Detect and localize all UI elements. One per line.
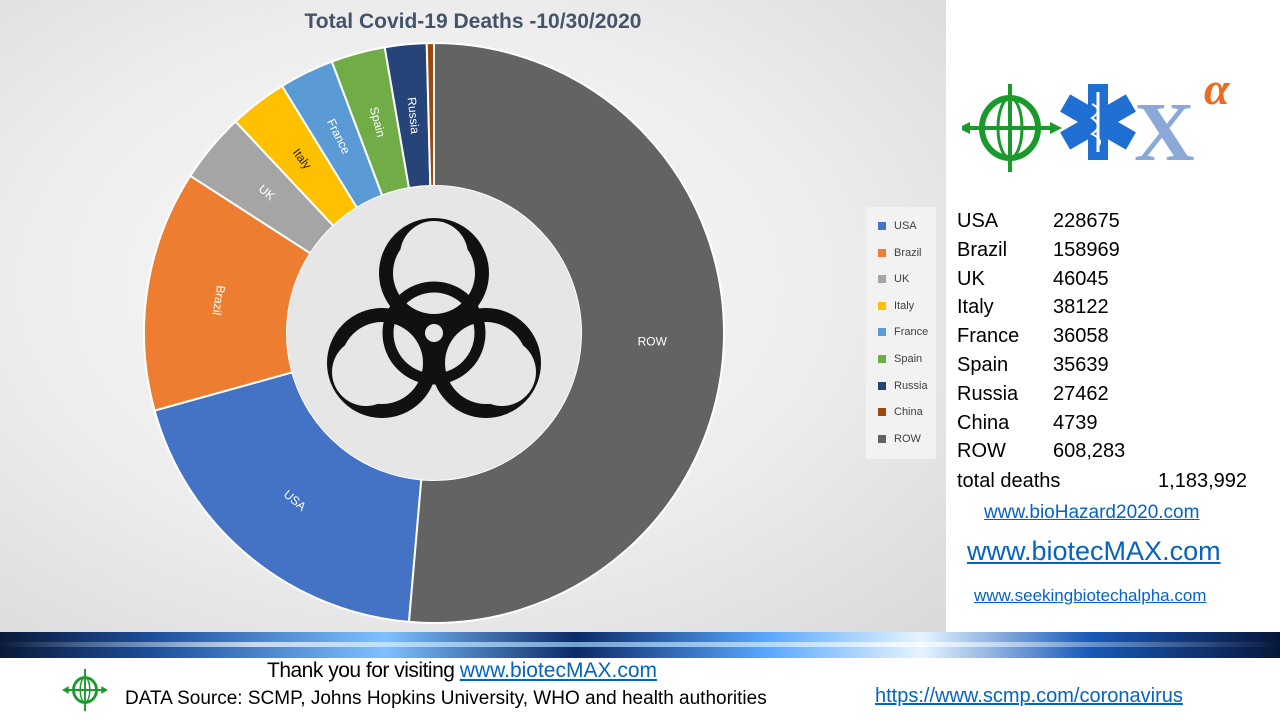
- deaths-cell: 35639: [1053, 354, 1109, 376]
- svg-text:X: X: [1134, 86, 1195, 179]
- country-cell: Spain: [957, 354, 1009, 376]
- legend-swatch: [878, 381, 886, 390]
- seekingbiotechalpha-link[interactable]: www.seekingbiotechalpha.com: [974, 586, 1206, 606]
- legend-label: Spain: [894, 353, 923, 365]
- legend-item-uk: UK: [878, 272, 909, 286]
- svg-text:α: α: [1204, 70, 1231, 114]
- legend-swatch: [878, 355, 886, 363]
- country-cell: France: [957, 325, 1020, 348]
- deaths-cell: 4739: [1053, 411, 1098, 434]
- total-label: total deaths: [957, 470, 1061, 492]
- country-cell: Russia: [957, 382, 1019, 405]
- legend-label: ROW: [894, 432, 921, 445]
- legend-swatch: [878, 408, 886, 417]
- biohazard2020-link[interactable]: www.bioHazard2020.com: [984, 502, 1199, 524]
- deaths-cell: 46045: [1053, 267, 1109, 290]
- legend-item-china: China: [878, 405, 923, 419]
- legend-label: USA: [894, 220, 917, 232]
- slice-label-row: ROW: [638, 335, 668, 349]
- thanks-line: Thank you for visiting www.biotecMAX.com: [267, 659, 657, 683]
- country-cell: Italy: [957, 296, 994, 319]
- legend-label: UK: [894, 273, 910, 286]
- legend-label: Italy: [894, 299, 915, 312]
- total-row: total deaths 1,183,992: [957, 468, 1247, 494]
- x-alpha-logo: X α: [1134, 70, 1231, 179]
- chart-legend: USA Brazil UK Italy France Spain Russia China RO…: [866, 207, 936, 459]
- legend-item-row: ROW: [878, 432, 921, 446]
- logo-group: X α: [962, 70, 1231, 179]
- legend-label: France: [894, 326, 929, 339]
- legend-swatch: [878, 248, 886, 257]
- legend-swatch: [878, 222, 886, 230]
- legend-item-spain: Spain: [878, 352, 922, 366]
- legend-label: Russia: [894, 379, 928, 392]
- country-cell: Brazil: [957, 238, 1008, 261]
- legend-item-brazil: Brazil: [878, 246, 922, 260]
- total-value: 1,183,992: [1158, 470, 1247, 492]
- donut-chart: USABrazilUKItalyFrance Spain RussiaROW: [143, 41, 726, 624]
- deaths-cell: 158969: [1053, 238, 1120, 261]
- legend-label: Brazil: [894, 246, 922, 259]
- biotecmax-link[interactable]: www.biotecMAX.com: [967, 536, 1221, 567]
- deaths-cell: 608,283: [1053, 440, 1126, 463]
- country-cell: UK: [957, 267, 985, 290]
- legend-label: China: [894, 406, 923, 419]
- legend-swatch: [878, 328, 886, 337]
- deaths-cell: 27462: [1053, 382, 1109, 405]
- deaths-cell: 228675: [1053, 210, 1120, 232]
- legend-swatch: [878, 275, 886, 284]
- legend-item-usa: USA: [878, 219, 917, 233]
- scmp-link[interactable]: https://www.scmp.com/coronavirus: [875, 685, 1183, 708]
- country-cell: China: [957, 411, 1010, 434]
- crosshair-globe-icon: [962, 84, 1062, 172]
- data-source-text: DATA Source: SCMP, Johns Hopkins Univers…: [125, 688, 767, 709]
- legend-item-france: France: [878, 325, 928, 339]
- country-cell: ROW: [957, 440, 1006, 463]
- crosshair-globe-icon: [62, 668, 108, 712]
- legend-swatch: [878, 434, 886, 443]
- footer: Thank you for visiting www.biotecMAX.com…: [0, 658, 1280, 720]
- footer-biotecmax-link[interactable]: www.biotecMAX.com: [460, 659, 657, 682]
- deaths-cell: 36058: [1053, 325, 1109, 348]
- star-of-life-icon: [1060, 84, 1136, 160]
- legend-swatch: [878, 301, 886, 310]
- thanks-text: Thank you for visiting: [267, 659, 460, 682]
- deaths-cell: 38122: [1053, 296, 1109, 319]
- chart-panel: Total Covid-19 Deaths -10/30/2020 USA Bra…: [0, 0, 946, 632]
- decorative-banner: [0, 632, 1280, 658]
- legend-item-italy: Italy: [878, 299, 914, 313]
- country-cell: USA: [957, 210, 999, 232]
- legend-item-russia: Russia: [878, 379, 928, 393]
